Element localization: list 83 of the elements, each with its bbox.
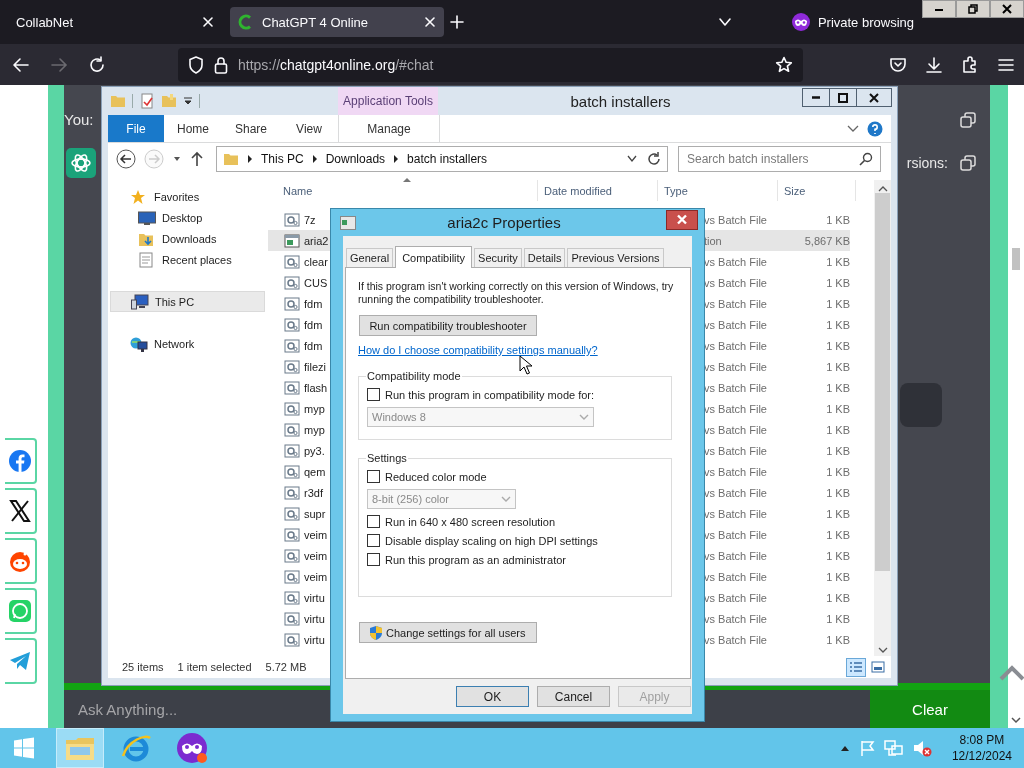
file-size: 1 KB [825, 612, 850, 625]
file-type: vs Batch File [704, 255, 768, 268]
group-label: Settings [366, 452, 408, 464]
file-name: fdm [304, 339, 323, 352]
checkbox-label: Reduced color mode [385, 470, 487, 483]
dialog-title: aria2c Properties [446, 214, 562, 231]
url-text: https://chatgpt4online.org/#chat [238, 56, 435, 73]
file-size: 1 KB [825, 318, 850, 331]
file-name: veim [304, 549, 328, 562]
private-browsing-label: Private browsing [817, 14, 914, 30]
file-size: 1 KB [825, 360, 850, 373]
file-type: vs Batch File [704, 402, 768, 415]
file-name: CUS [304, 276, 328, 289]
file-name: filezi [304, 360, 326, 373]
file-type: vs Batch File [704, 465, 768, 478]
file-type: vs Batch File [704, 276, 768, 289]
intro-text: If this program isn't working correctly on this version of Windows, try running the compatibility troubleshooter. [358, 280, 675, 306]
item-count: 25 items [122, 661, 164, 673]
file-name: flash [304, 381, 328, 394]
file-size: 1 KB [825, 528, 850, 541]
file-name: veim [304, 570, 328, 583]
file-type: vs Batch File [704, 486, 768, 499]
file-name: r3df [304, 486, 323, 499]
file-size: 1 KB [825, 297, 850, 310]
file-type: vs Batch File [704, 297, 768, 310]
file-type: vs Batch File [704, 549, 768, 562]
file-size: 1 KB [825, 213, 850, 226]
file-type: vs Batch File [704, 612, 768, 625]
file-name: myp [304, 423, 325, 436]
file-type: vs Batch File [704, 591, 768, 604]
file-size: 1 KB [825, 633, 850, 646]
file-size: 1 KB [825, 486, 850, 499]
file-type: vs Batch File [704, 570, 768, 583]
file-type: vs Batch File [704, 633, 768, 646]
file-size: 1 KB [825, 381, 850, 394]
checkbox-label: Run this program in compatibility mode for: [385, 388, 595, 401]
file-name: supr [304, 507, 326, 520]
file-name: fdm [304, 318, 323, 331]
file-size: 1 KB [825, 339, 850, 352]
file-type: tion [704, 234, 723, 247]
selection-size: 5.72 MB [265, 661, 307, 673]
checkbox-label: Run in 640 x 480 screen resolution [385, 515, 555, 528]
file-name: clear [304, 255, 328, 268]
clock-time: 8:08 PM [959, 732, 1005, 748]
file-type: vs Batch File [704, 360, 768, 373]
file-size: 1 KB [825, 507, 850, 520]
checkbox-label: Disable display scaling on high DPI settings [385, 534, 598, 547]
file-type: vs Batch File [704, 507, 768, 520]
file-name: veim [304, 528, 328, 541]
file-name: virtu [304, 633, 325, 646]
file-type: vs Batch File [704, 444, 768, 457]
file-name: virtu [304, 591, 325, 604]
file-size: 1 KB [825, 591, 850, 604]
file-name: myp [304, 402, 325, 415]
clock-date: 12/12/2024 [951, 748, 1012, 764]
window-title: batch installers [569, 92, 672, 110]
group-label: Compatibility mode [366, 370, 462, 382]
checkbox-label: Run this program as an administrator [385, 553, 566, 566]
file-type: vs Batch File [704, 318, 768, 331]
ribbon-context-label: Application Tools [338, 87, 438, 115]
file-type: vs Batch File [704, 339, 768, 352]
file-type: vs Batch File [704, 423, 768, 436]
file-name: fdm [304, 297, 323, 310]
file-size: 1 KB [825, 276, 850, 289]
file-size: 1 KB [825, 570, 850, 583]
file-name: virtu [304, 612, 325, 625]
file-size: 1 KB [825, 444, 850, 457]
file-size: 1 KB [825, 423, 850, 436]
file-name: qem [304, 465, 326, 478]
file-size: 5,867 KB [803, 234, 850, 247]
file-name: py3. [304, 444, 325, 457]
file-type: vs Batch File [704, 213, 768, 226]
file-type: vs Batch File [704, 381, 768, 394]
file-name: aria2 [304, 234, 329, 247]
file-size: 1 KB [825, 255, 850, 268]
file-size: 1 KB [825, 549, 850, 562]
selection-count: 1 item selected [177, 661, 252, 673]
chat-text: rsions: [906, 155, 948, 171]
file-type: vs Batch File [704, 528, 768, 541]
file-name: 7z [304, 213, 316, 226]
chat-text: You: [64, 111, 94, 128]
file-size: 1 KB [825, 402, 850, 415]
file-size: 1 KB [825, 465, 850, 478]
